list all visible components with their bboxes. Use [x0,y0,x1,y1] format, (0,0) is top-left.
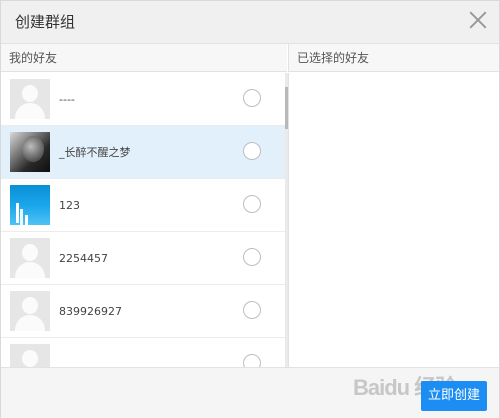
select-radio[interactable] [243,142,261,160]
friend-row[interactable]: 2254457 [1,232,285,285]
friend-row[interactable] [1,338,285,367]
select-radio[interactable] [243,195,261,213]
select-radio[interactable] [243,89,261,107]
friend-row[interactable]: ---- [1,73,285,126]
default-avatar-icon [10,238,50,278]
friends-column-header: 我的好友 [1,44,287,72]
close-icon[interactable] [467,9,489,31]
friend-row[interactable]: 839926927 [1,285,285,338]
default-avatar-icon [10,344,50,367]
dialog-footer: Baidu 经验 立即创建 [1,367,499,418]
friend-name: _长醉不醒之梦 [59,146,131,159]
dialog-title: 创建群组 [15,13,76,31]
friend-name: 839926927 [59,305,122,318]
default-avatar-icon [10,79,50,119]
default-avatar-icon [10,291,50,331]
create-group-dialog: 创建群组 我的好友 已选择的好友 ---- _长醉不醒之梦 123 225445… [0,0,500,418]
selected-column-header: 已选择的好友 [288,44,499,72]
create-group-button[interactable]: 立即创建 [421,381,487,411]
avatar [10,185,50,225]
friend-list: ---- _长醉不醒之梦 123 2254457 839926927 [1,73,285,367]
friend-name: ---- [59,93,75,106]
friend-name: 2254457 [59,252,108,265]
selected-friends-panel [289,73,499,367]
friend-row-highlighted[interactable]: _长醉不醒之梦 [1,126,285,179]
friend-row[interactable]: 123 [1,179,285,232]
dialog-header: 创建群组 [1,1,499,44]
select-radio[interactable] [243,354,261,367]
select-radio[interactable] [243,248,261,266]
avatar [10,132,50,172]
select-radio[interactable] [243,301,261,319]
friend-name: 123 [59,199,80,212]
